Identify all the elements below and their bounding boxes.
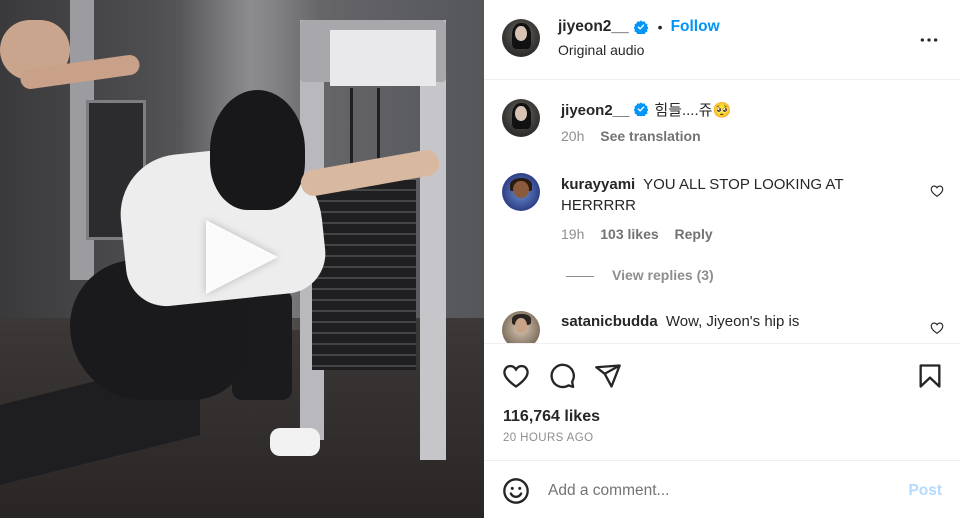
comment-avatar[interactable]: [502, 173, 540, 211]
post-timestamp[interactable]: 20 HOURS AGO: [503, 432, 593, 444]
comment-avatar[interactable]: [502, 99, 540, 137]
reply-button[interactable]: Reply: [675, 226, 713, 242]
video-person-hair: [210, 90, 305, 210]
caption-time[interactable]: 20h: [561, 128, 584, 144]
post-comment-button[interactable]: Post: [908, 482, 942, 500]
follow-button[interactable]: Follow: [671, 18, 720, 36]
comment-avatar[interactable]: [502, 311, 540, 343]
verified-badge-icon: [634, 102, 649, 116]
post-actions: 116,764 likes 20 HOURS AGO: [484, 343, 960, 461]
caption: jiyeon2__ 힘들....쥬🥺: [561, 100, 911, 121]
comment: kurayyami YOU ALL STOP LOOKING AT HERRRR…: [561, 174, 911, 216]
comment-username[interactable]: kurayyami: [561, 176, 635, 193]
comment-username[interactable]: jiyeon2__: [561, 102, 629, 119]
share-icon[interactable]: [594, 362, 622, 390]
comment-input[interactable]: [548, 477, 888, 505]
gym-machine-placard: [330, 30, 436, 86]
post-video[interactable]: [0, 0, 484, 518]
view-replies-line: [566, 275, 594, 277]
caption-text: 힘들....쥬🥺: [654, 102, 732, 119]
author-row: jiyeon2__ • Follow: [558, 18, 720, 36]
author-username[interactable]: jiyeon2__: [558, 18, 629, 36]
verified-badge-icon: [633, 20, 648, 34]
bookmark-icon[interactable]: [916, 362, 944, 390]
comment-username[interactable]: satanicbudda: [561, 313, 658, 330]
header-separator: •: [657, 19, 663, 35]
see-translation-button[interactable]: See translation: [600, 128, 700, 144]
emoji-icon[interactable]: [502, 477, 530, 505]
view-replies-button[interactable]: View replies (3): [566, 267, 714, 283]
heart-icon[interactable]: [930, 184, 944, 198]
post-header: jiyeon2__ • Follow Original audio: [484, 0, 960, 80]
play-icon[interactable]: [206, 220, 278, 294]
comment-meta: 19h 103 likes Reply: [561, 226, 713, 242]
heart-icon[interactable]: [930, 321, 944, 335]
likes-count[interactable]: 116,764 likes: [503, 408, 600, 426]
post-details-panel: jiyeon2__ • Follow Original audio jiyeon…: [484, 0, 960, 518]
heart-icon[interactable]: [502, 362, 530, 390]
comment-text: Wow, Jiyeon's hip is: [665, 313, 800, 330]
comment-time[interactable]: 19h: [561, 226, 584, 242]
video-person-shoe: [270, 428, 320, 456]
view-replies-label: View replies (3): [612, 267, 714, 283]
comments-list[interactable]: jiyeon2__ 힘들....쥬🥺 20h See translation k…: [484, 81, 960, 343]
caption-meta: 20h See translation: [561, 128, 701, 144]
author-avatar[interactable]: [502, 19, 540, 57]
gym-weight-stack: [312, 180, 416, 370]
gym-machine-frame-outer: [420, 20, 446, 460]
comment: satanicbudda Wow, Jiyeon's hip is: [561, 311, 911, 332]
comment-composer: Post: [484, 461, 960, 518]
more-options-icon[interactable]: [918, 30, 940, 50]
comment-icon[interactable]: [548, 362, 576, 390]
comment-likes[interactable]: 103 likes: [600, 226, 658, 242]
audio-label[interactable]: Original audio: [558, 42, 644, 58]
